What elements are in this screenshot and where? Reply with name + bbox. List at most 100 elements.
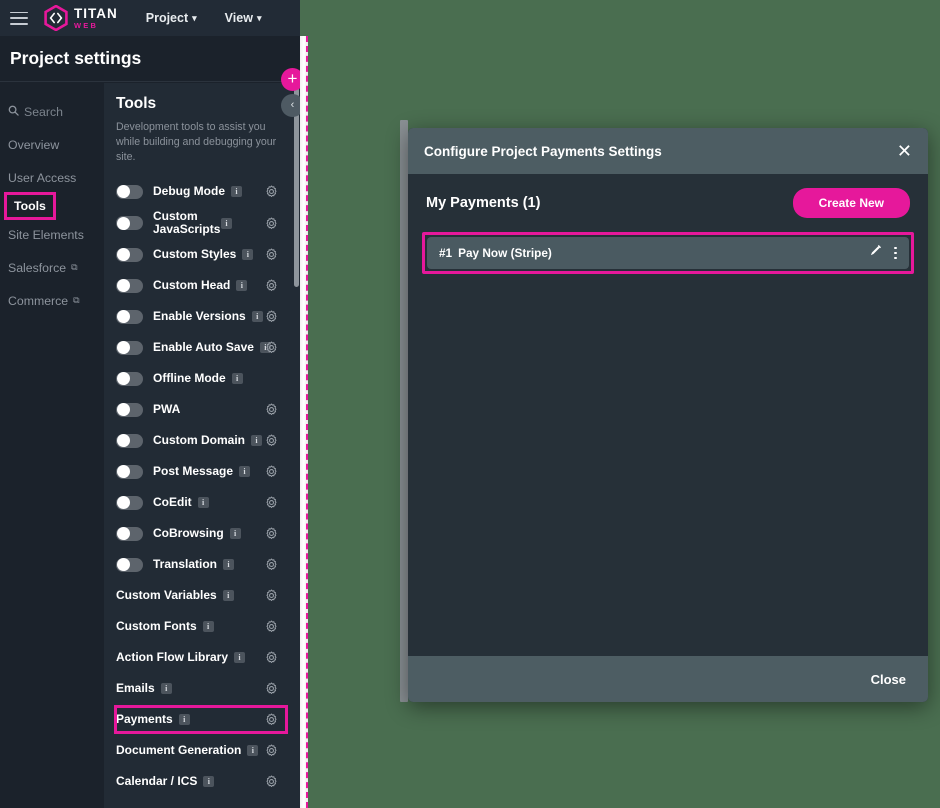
toggle-switch[interactable] — [116, 185, 143, 199]
gear-icon[interactable] — [265, 744, 278, 757]
tool-row-debug-mode[interactable]: Debug Modei — [116, 176, 300, 207]
tool-row-custom-fonts[interactable]: Custom Fontsi — [116, 611, 300, 642]
gear-icon[interactable] — [265, 217, 278, 230]
pencil-icon[interactable] — [869, 244, 882, 262]
tool-row-payments[interactable]: Paymentsi — [116, 704, 300, 735]
sidebar-item-overview[interactable]: Overview — [0, 128, 104, 161]
toggle-switch[interactable] — [116, 216, 143, 230]
collapse-panel-button[interactable]: ‹ — [281, 94, 300, 117]
info-icon[interactable]: i — [236, 280, 247, 291]
sidebar-search[interactable]: Search — [0, 95, 104, 128]
info-icon[interactable]: i — [234, 652, 245, 663]
info-icon[interactable]: i — [232, 373, 243, 384]
sidebar-item-salesforce[interactable]: Salesforce⧉ — [0, 251, 104, 284]
info-icon[interactable]: i — [239, 466, 250, 477]
tool-label: Custom JavaScripts — [153, 210, 215, 237]
toggle-switch[interactable] — [116, 248, 143, 262]
sidebar-item-tools[interactable]: Tools — [6, 194, 54, 218]
tool-row-emails[interactable]: Emailsi — [116, 673, 300, 704]
gear-icon[interactable] — [265, 589, 278, 602]
gear-icon[interactable] — [265, 713, 278, 726]
menu-view[interactable]: View ▾ — [225, 11, 262, 25]
toggle-switch[interactable] — [116, 558, 143, 572]
info-icon[interactable]: i — [251, 435, 262, 446]
menu-view-label: View — [225, 11, 253, 25]
tool-row-enable-versions[interactable]: Enable Versionsi — [116, 301, 300, 332]
modal-footer: Close — [408, 656, 928, 702]
close-button[interactable]: Close — [871, 672, 906, 687]
info-icon[interactable]: i — [252, 311, 263, 322]
titan-web-logo[interactable]: TITAN WEB — [44, 5, 118, 31]
gear-icon[interactable] — [265, 279, 278, 292]
info-icon[interactable]: i — [223, 559, 234, 570]
tool-row-action-flow-library[interactable]: Action Flow Libraryi — [116, 642, 300, 673]
toggle-switch[interactable] — [116, 341, 143, 355]
gear-icon[interactable] — [265, 558, 278, 571]
tool-row-custom-head[interactable]: Custom Headi — [116, 270, 300, 301]
info-icon[interactable]: i — [231, 186, 242, 197]
gear-icon[interactable] — [265, 620, 278, 633]
tool-row-custom-variables[interactable]: Custom Variablesi — [116, 580, 300, 611]
close-icon[interactable]: ✕ — [897, 142, 912, 160]
gear-icon[interactable] — [265, 465, 278, 478]
toggle-switch[interactable] — [116, 279, 143, 293]
sidebar-item-user-access[interactable]: User Access — [0, 161, 104, 194]
info-icon[interactable]: i — [242, 249, 253, 260]
gear-icon[interactable] — [265, 310, 278, 323]
gear-icon[interactable] — [265, 185, 278, 198]
my-payments-title: My Payments (1) — [426, 195, 540, 211]
info-icon[interactable]: i — [221, 218, 232, 229]
toggle-switch[interactable] — [116, 496, 143, 510]
tool-row-pwa[interactable]: PWA — [116, 394, 300, 425]
toggle-switch[interactable] — [116, 403, 143, 417]
sidebar-item-label: Tools — [14, 199, 46, 213]
gear-icon[interactable] — [265, 682, 278, 695]
gear-icon[interactable] — [265, 434, 278, 447]
create-new-button[interactable]: Create New — [793, 188, 910, 218]
gear-icon[interactable] — [265, 248, 278, 261]
tool-row-calendar-ics[interactable]: Calendar / ICSi — [116, 766, 300, 797]
sidebar-item-commerce[interactable]: Commerce⧉ — [0, 284, 104, 317]
payment-list-item[interactable]: #1Pay Now (Stripe) — [427, 237, 909, 269]
tool-row-translation[interactable]: Translationi — [116, 549, 300, 580]
tool-row-offline-mode[interactable]: Offline Modei — [116, 363, 300, 394]
toggle-switch[interactable] — [116, 465, 143, 479]
tool-row-custom-domain[interactable]: Custom Domaini — [116, 425, 300, 456]
info-icon[interactable]: i — [161, 683, 172, 694]
info-icon[interactable]: i — [179, 714, 190, 725]
toggle-switch[interactable] — [116, 310, 143, 324]
modal-scrollbar[interactable] — [400, 120, 408, 702]
gear-icon[interactable] — [265, 651, 278, 664]
tools-title: Tools — [116, 95, 300, 113]
tool-row-document-generation[interactable]: Document Generationi — [116, 735, 300, 766]
gear-icon[interactable] — [265, 496, 278, 509]
toggle-switch[interactable] — [116, 527, 143, 541]
info-icon[interactable]: i — [203, 621, 214, 632]
sidebar-item-site-elements[interactable]: Site Elements — [0, 218, 104, 251]
tool-row-coedit[interactable]: CoEditi — [116, 487, 300, 518]
external-link-icon: ⧉ — [71, 262, 77, 273]
payment-label: Pay Now (Stripe) — [458, 246, 552, 260]
tool-row-custom-styles[interactable]: Custom Stylesi — [116, 239, 300, 270]
gear-icon[interactable] — [265, 341, 278, 354]
gear-icon[interactable] — [265, 775, 278, 788]
menu-project[interactable]: Project ▾ — [146, 11, 197, 25]
hamburger-menu-icon[interactable] — [10, 12, 28, 25]
toggle-switch[interactable] — [116, 372, 143, 386]
tool-row-custom-javascripts[interactable]: Custom JavaScripts i — [116, 207, 300, 239]
tool-row-post-message[interactable]: Post Messagei — [116, 456, 300, 487]
gear-icon[interactable] — [265, 527, 278, 540]
info-icon[interactable]: i — [247, 745, 258, 756]
add-button[interactable]: + — [281, 68, 300, 91]
kebab-menu-icon[interactable] — [894, 247, 897, 260]
settings-panes: Search OverviewUser Access Tools Site Elem… — [0, 83, 300, 808]
tool-row-enable-auto-save[interactable]: Enable Auto Savei — [116, 332, 300, 363]
info-icon[interactable]: i — [198, 497, 209, 508]
toggle-switch[interactable] — [116, 434, 143, 448]
sidebar-search-label: Search — [24, 105, 63, 119]
tool-row-cobrowsing[interactable]: CoBrowsingi — [116, 518, 300, 549]
info-icon[interactable]: i — [230, 528, 241, 539]
info-icon[interactable]: i — [203, 776, 214, 787]
info-icon[interactable]: i — [223, 590, 234, 601]
gear-icon[interactable] — [265, 403, 278, 416]
